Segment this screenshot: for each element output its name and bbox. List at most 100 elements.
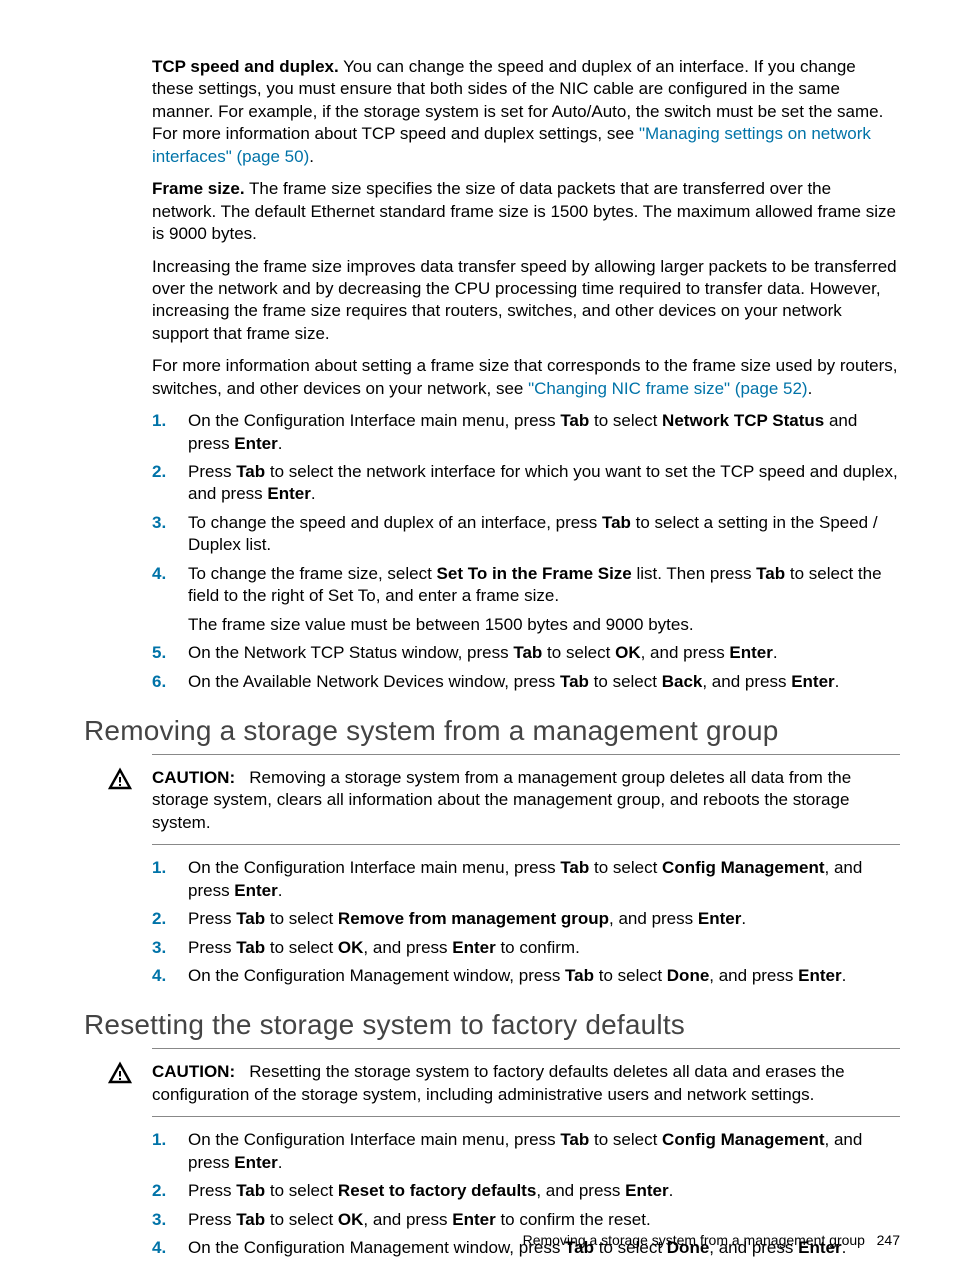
step-text: Press Tab to select OK, and press Enter … — [188, 938, 580, 957]
bold: Tab — [236, 909, 265, 928]
bold: Network TCP Status — [662, 411, 824, 430]
bold: OK — [615, 643, 641, 662]
step-item: 5. On the Network TCP Status window, pres… — [152, 642, 900, 664]
step-number: 4. — [152, 563, 166, 585]
step-number: 3. — [152, 937, 166, 959]
paragraph-tcp: TCP speed and duplex. You can change the… — [84, 56, 900, 168]
bold-lead: TCP speed and duplex. — [152, 57, 339, 76]
step-text: Press Tab to select OK, and press Enter … — [188, 1210, 651, 1229]
step-number: 3. — [152, 1209, 166, 1231]
bold: Tab — [602, 513, 631, 532]
paragraph-frame-size: Frame size. The frame size specifies the… — [84, 178, 900, 245]
section-rule — [152, 1048, 900, 1049]
step-number: 4. — [152, 1237, 166, 1259]
bold: Set To in the Frame Size — [437, 564, 632, 583]
step-number: 2. — [152, 908, 166, 930]
step-text: To change the speed and duplex of an int… — [188, 513, 878, 554]
bold: Tab — [513, 643, 542, 662]
bold: Tab — [560, 1130, 589, 1149]
step-item: 6. On the Available Network Devices windo… — [152, 671, 900, 693]
step-item: 4. On the Configuration Management window… — [152, 965, 900, 987]
step-item: 2. Press Tab to select the network interf… — [152, 461, 900, 506]
bold: Enter — [625, 1181, 668, 1200]
step-item: 2. Press Tab to select Remove from manage… — [152, 908, 900, 930]
step-item: 2. Press Tab to select Reset to factory d… — [152, 1180, 900, 1202]
caution-icon — [108, 1061, 132, 1085]
caution-text: Resetting the storage system to factory … — [152, 1062, 845, 1103]
step-text: On the Network TCP Status window, press … — [188, 643, 778, 662]
step-text: On the Configuration Management window, … — [188, 966, 846, 985]
section-rule — [152, 754, 900, 755]
bold: Enter — [234, 1153, 277, 1172]
bold: Enter — [698, 909, 741, 928]
bold: Config Management — [662, 1130, 824, 1149]
steps-tcp: 1. On the Configuration Interface main me… — [84, 410, 900, 693]
footer-page: 247 — [877, 1232, 900, 1248]
bold: Tab — [756, 564, 785, 583]
step-item: 3. Press Tab to select OK, and press Ente… — [152, 937, 900, 959]
bold: Tab — [236, 462, 265, 481]
step-number: 5. — [152, 642, 166, 664]
caution-resetting: CAUTION: Resetting the storage system to… — [84, 1061, 900, 1106]
link-changing-nic[interactable]: "Changing NIC frame size" (page 52) — [528, 379, 807, 398]
step-text: To change the frame size, select Set To … — [188, 564, 882, 605]
bold: Tab — [560, 858, 589, 877]
bold: Enter — [267, 484, 310, 503]
step-text: On the Configuration Interface main menu… — [188, 858, 862, 899]
step-item: 1. On the Configuration Interface main me… — [152, 410, 900, 455]
caution-rule — [152, 1116, 900, 1117]
bold: Back — [662, 672, 703, 691]
step-number: 2. — [152, 461, 166, 483]
bold: Enter — [452, 1210, 495, 1229]
caution-label: CAUTION: — [152, 1062, 235, 1081]
caution-icon — [108, 767, 132, 791]
caution-removing: CAUTION: Removing a storage system from … — [84, 767, 900, 834]
caution-rule — [152, 844, 900, 845]
step-number: 4. — [152, 965, 166, 987]
bold: Enter — [791, 672, 834, 691]
text: . — [309, 147, 314, 166]
footer-title: Removing a storage system from a managem… — [523, 1232, 865, 1248]
bold: Enter — [452, 938, 495, 957]
step-number: 1. — [152, 1129, 166, 1151]
bold: Done — [667, 966, 710, 985]
step-number: 2. — [152, 1180, 166, 1202]
text: The frame size specifies the size of dat… — [152, 179, 896, 243]
bold: Enter — [729, 643, 772, 662]
bold: Enter — [798, 966, 841, 985]
step-text: Press Tab to select the network interfac… — [188, 462, 898, 503]
paragraph-frame-explain: Increasing the frame size improves data … — [84, 256, 900, 346]
bold-lead: Frame size. — [152, 179, 245, 198]
step-item: 1.On the Configuration Interface main me… — [152, 1129, 900, 1174]
step-item: 3. To change the speed and duplex of an i… — [152, 512, 900, 557]
step-item: 3. Press Tab to select OK, and press Ente… — [152, 1209, 900, 1231]
paragraph-frame-more: For more information about setting a fra… — [84, 355, 900, 400]
step-number: 6. — [152, 671, 166, 693]
bold: Reset to factory defaults — [338, 1181, 536, 1200]
bold: Enter — [234, 881, 277, 900]
step-text: On the Available Network Devices window,… — [188, 672, 839, 691]
caution-label: CAUTION: — [152, 768, 235, 787]
bold: Remove from management group — [338, 909, 609, 928]
step-text: Press Tab to select Reset to factory def… — [188, 1181, 673, 1200]
bold: OK — [338, 938, 364, 957]
step-number: 1. — [152, 410, 166, 432]
bold: Tab — [565, 966, 594, 985]
bold: Tab — [236, 1210, 265, 1229]
step-text: On the Configuration Interface main menu… — [188, 411, 857, 452]
step-subtext: The frame size value must be between 150… — [188, 614, 900, 636]
step-number: 1. — [152, 857, 166, 879]
step-item: 1. On the Configuration Interface main me… — [152, 857, 900, 902]
bold: Tab — [236, 1181, 265, 1200]
bold: Tab — [560, 411, 589, 430]
bold: Tab — [236, 938, 265, 957]
bold: Enter — [234, 434, 277, 453]
steps-removing: 1. On the Configuration Interface main me… — [84, 857, 900, 987]
heading-removing: Removing a storage system from a managem… — [84, 713, 900, 750]
step-number: 3. — [152, 512, 166, 534]
bold: OK — [338, 1210, 364, 1229]
step-item: 4. To change the frame size, select Set T… — [152, 563, 900, 636]
bold: Config Management — [662, 858, 824, 877]
text: . — [808, 379, 813, 398]
step-text: Press Tab to select Remove from manageme… — [188, 909, 746, 928]
